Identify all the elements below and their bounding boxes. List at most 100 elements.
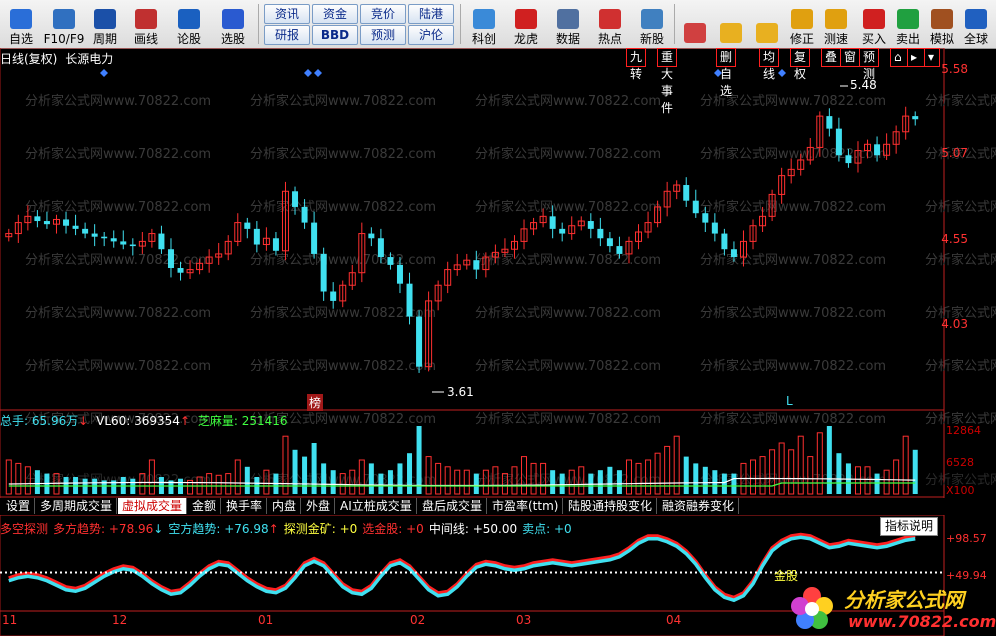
up-down-icon (756, 23, 778, 43)
watermark-text: 分析家公式网www.70822.com (25, 146, 211, 162)
candle-body (597, 228, 604, 239)
panel-tab-2[interactable]: 虚拟成交量 (118, 498, 188, 514)
chart-tag-1[interactable]: 重大事件 (657, 48, 678, 115)
event-diamond-icon[interactable] (304, 69, 312, 77)
toolbar-pe-data-button[interactable]: 数据 (548, 2, 588, 46)
star-icon (10, 9, 32, 29)
toolbar-sell-button[interactable]: 卖出 (892, 2, 924, 46)
news-button-2-bottom[interactable]: 预测 (360, 25, 406, 45)
toolbar-label: 选股 (220, 32, 245, 46)
watermark-text: 分析家公式网www.70822.com (475, 411, 661, 427)
volume-bar (559, 473, 565, 494)
watermark-text: 分析家公式网www.70822.com (925, 199, 996, 215)
news-button-3-bottom[interactable]: 沪伦 (408, 25, 454, 45)
panel-tab-1[interactable]: 多周期成交量 (36, 498, 118, 514)
event-diamond-icon[interactable] (314, 69, 322, 77)
toolbar-hot-button[interactable]: 热点 (590, 2, 630, 46)
toolbar-label: 论股 (176, 32, 201, 46)
news-button-0-top[interactable]: 资讯 (264, 4, 310, 24)
toolbar-globe-button[interactable]: 全球 (960, 2, 992, 46)
toolbar-kechuang-button[interactable]: 科创 (464, 2, 504, 46)
panel-tab-5[interactable]: 内盘 (268, 498, 302, 514)
chart-tag-6[interactable]: 窗 (840, 48, 861, 67)
toolbar-period-button[interactable]: 周期 (88, 2, 122, 46)
x-axis-tick: 12 (112, 613, 128, 627)
volume-bar (234, 459, 241, 495)
indicator-explain-button[interactable]: 指标说明 (880, 517, 938, 536)
volume-bar (607, 466, 613, 494)
toolbar-label: 热点 (597, 32, 622, 46)
candle-body (377, 238, 384, 258)
indicator-item-value: +0 (553, 522, 572, 536)
toolbar-up-down-button[interactable] (750, 2, 784, 46)
event-diamond-icon[interactable] (100, 69, 108, 77)
price-tick: 4.55 (941, 232, 968, 246)
volume-bar (368, 463, 374, 494)
volume-bar (244, 466, 250, 494)
toolbar-hammer-button[interactable]: 模拟 (926, 2, 958, 46)
toolbar-grid-button[interactable] (678, 2, 712, 46)
arrow-icon: ↓ (153, 522, 164, 536)
event-diamond-icon[interactable] (778, 69, 786, 77)
toolbar-f10-button[interactable]: F10/F9 (43, 2, 85, 46)
volume-tick: X100 (946, 484, 975, 497)
chart-tag-4[interactable]: 复权 (790, 48, 811, 81)
panel-tab-6[interactable]: 外盘 (302, 498, 336, 514)
panel-tab-3[interactable]: 金额 (188, 498, 222, 514)
chart-tag-3[interactable]: 均线 (759, 48, 780, 81)
volume-bar (454, 469, 461, 495)
site-logo: 分析家公式网 www.70822.com (786, 580, 996, 636)
candle-body (587, 221, 594, 229)
toolbar-label: 新股 (639, 32, 664, 46)
toolbar-pencil-button[interactable]: 画线 (125, 2, 167, 46)
news-button-0-bottom[interactable]: 研报 (264, 25, 310, 45)
panel-tab-9[interactable]: 市盈率(ttm) (488, 498, 564, 514)
panel-tab-0[interactable]: 设置 (2, 498, 36, 514)
panel-tab-8[interactable]: 盘后成交量 (418, 498, 488, 514)
candle-body (82, 228, 89, 234)
candle-body (606, 238, 613, 247)
toolbar-star-button[interactable]: 自选 (2, 2, 40, 46)
news-button-2-top[interactable]: 竞价 (360, 4, 406, 24)
news-button-1-top[interactable]: 资金 (312, 4, 358, 24)
news-button-3-top[interactable]: 陆港 (408, 4, 454, 24)
period-label[interactable]: 日线(复权) (0, 52, 57, 66)
chevron-down-icon[interactable]: ▾ (924, 48, 940, 67)
candle-body (711, 222, 718, 234)
chart-header: 日线(复权) 长源电力 (0, 50, 113, 67)
panel-tab-10[interactable]: 陆股通持股变化 (564, 498, 658, 514)
chart-tag-7[interactable]: 预测 (859, 48, 880, 81)
toolbar-discuss-button[interactable]: 论股 (170, 2, 208, 46)
panel-tab-4[interactable]: 换手率 (222, 498, 268, 514)
panel-tab-11[interactable]: 融资融券变化 (658, 498, 740, 514)
watermark-text: 分析家公式网www.70822.com (250, 146, 436, 162)
candle-body (473, 260, 480, 270)
toolbar-dragon-tiger-button[interactable]: 龙虎 (506, 2, 546, 46)
toolbar-ipo-button[interactable]: 新股 (632, 2, 672, 46)
chart-tag-2[interactable]: 删自选 (716, 48, 737, 98)
toolbar-label: 周期 (92, 32, 117, 46)
vl60-value: 369354 (134, 414, 180, 428)
bang-marker[interactable]: 榜 (307, 394, 324, 411)
candle-body (34, 216, 41, 222)
toolbar-clock-button[interactable]: 测速 (820, 2, 852, 46)
news-button-1-bottom[interactable]: BBD (312, 25, 358, 45)
chart-tag-5[interactable]: 叠 (821, 48, 842, 67)
toolbar-back-arrow-button[interactable] (714, 2, 748, 46)
chart-tag-0[interactable]: 九转 (626, 48, 647, 81)
toolbar-separator (258, 4, 259, 44)
indicator-name[interactable]: 多空探测 (0, 522, 48, 536)
toolbar-buy-button[interactable]: 买入 (858, 2, 890, 46)
toolbar-select-stock-button[interactable]: 选股 (211, 2, 255, 46)
globe-icon (965, 9, 987, 29)
hot-icon (599, 9, 621, 29)
watermark-text: 分析家公式网www.70822.com (250, 358, 436, 374)
indicator-item-label: 卖点: (522, 522, 554, 536)
volume-bar (874, 473, 880, 494)
toolbar-fix-button[interactable]: 修正 (786, 2, 818, 46)
expand-arrow-icon[interactable]: ▸ (907, 48, 925, 67)
panel-tab-7[interactable]: AI立桩成交量 (336, 498, 417, 514)
volume-tick: 12864 (946, 424, 981, 437)
candle-body (387, 257, 394, 265)
lock-icon[interactable]: ⌂ (890, 48, 908, 67)
